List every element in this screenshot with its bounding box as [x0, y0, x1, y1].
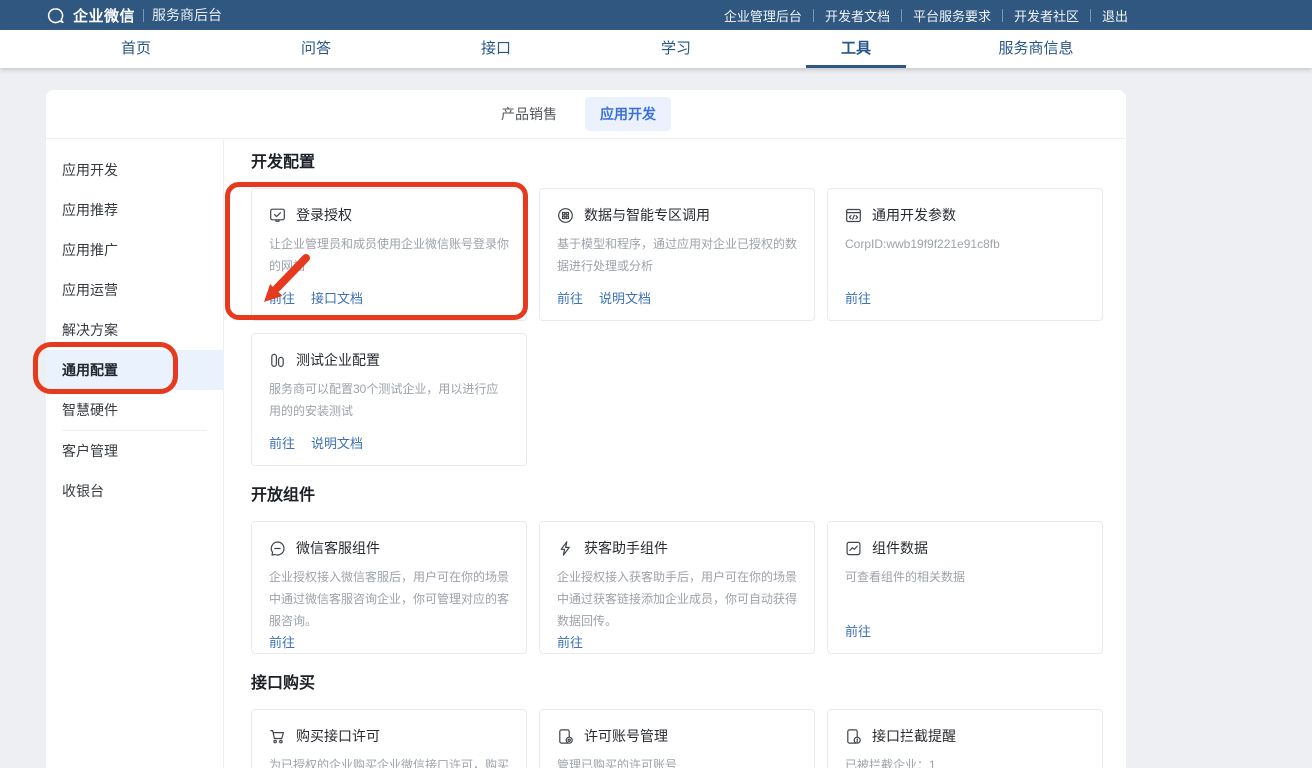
topbar-divider [1002, 9, 1003, 22]
sidebar: 应用开发 应用推荐 应用推广 应用运营 解决方案 通用配置 智慧硬件 客户管理 … [46, 139, 224, 768]
goto-link[interactable]: 前往 [845, 288, 871, 307]
card-license-accounts: 许可账号管理 管理已购买的许可账号 [539, 709, 815, 768]
license-icon [557, 728, 574, 745]
section-title: 开发配置 [251, 153, 1126, 173]
topbar-link-admin[interactable]: 企业管理后台 [724, 6, 802, 25]
card-title: 组件数据 [872, 538, 928, 558]
card-dev-params: 通用开发参数 CorpID:wwb19f9f221e91c8fb 前往 [827, 188, 1103, 321]
goto-link[interactable]: 前往 [269, 632, 295, 651]
goto-link[interactable]: 前往 [557, 632, 583, 651]
card-api-block-alert: 接口拦截提醒 已被拦截企业：1 [827, 709, 1103, 768]
brand-area: 企业微信 服务商后台 [46, 0, 222, 30]
topbar-link-community[interactable]: 开发者社区 [1014, 6, 1079, 25]
section-dev-config: 开发配置 登录授权 [251, 153, 1126, 466]
brand-title[interactable]: 企业微信 [73, 5, 135, 26]
nav-item-provider-info[interactable]: 服务商信息 [946, 30, 1126, 68]
topbar-divider [813, 9, 814, 22]
code-window-icon [845, 207, 862, 224]
topbar: 企业微信 服务商后台 企业管理后台 开发者文档 平台服务要求 开发者社区 退出 [0, 0, 1312, 30]
doc-link[interactable]: 接口文档 [311, 288, 363, 307]
topbar-link-logout[interactable]: 退出 [1102, 6, 1128, 25]
nav-item-tools[interactable]: 工具 [766, 30, 946, 68]
card-desc: 管理已购买的许可账号 [557, 754, 797, 768]
nav-item-home[interactable]: 首页 [46, 30, 226, 68]
card-desc: 让企业管理员和成员使用企业微信账号登录你的网站 [269, 233, 509, 277]
card-title: 许可账号管理 [584, 726, 668, 746]
topbar-link-platform-req[interactable]: 平台服务要求 [913, 6, 991, 25]
card-desc: 企业授权接入微信客服后，用户可在你的场景中通过微信客服咨询企业，你可管理对应的客… [269, 566, 509, 632]
card-desc: 服务商可以配置30个测试企业，用以进行应用的的安装测试 [269, 378, 509, 422]
card-desc: 为已授权的企业购买企业微信接口许可，购买 [269, 754, 509, 768]
topbar-links: 企业管理后台 开发者文档 平台服务要求 开发者社区 退出 [724, 0, 1128, 30]
card-title: 购买接口许可 [296, 726, 380, 746]
card-title: 微信客服组件 [296, 538, 380, 558]
topbar-divider [143, 9, 144, 22]
sidebar-item-app-dev[interactable]: 应用开发 [46, 150, 223, 190]
tab-product-sales[interactable]: 产品销售 [501, 104, 557, 124]
nav-item-api[interactable]: 接口 [406, 30, 586, 68]
doc-link[interactable]: 说明文档 [311, 433, 363, 452]
goto-link[interactable]: 前往 [269, 288, 295, 307]
card-wechat-kf: 微信客服组件 企业授权接入微信客服后，用户可在你的场景中通过微信客服咨询企业，你… [251, 521, 527, 654]
doc-link[interactable]: 说明文档 [599, 288, 651, 307]
chart-box-icon [845, 540, 862, 557]
cart-icon [269, 728, 286, 745]
chat-bubble-icon [269, 540, 286, 557]
topbar-link-devdocs[interactable]: 开发者文档 [825, 6, 890, 25]
card-title: 接口拦截提醒 [872, 726, 956, 746]
sidebar-item-app-operation[interactable]: 应用运营 [46, 270, 223, 310]
card-test-corp-config: 测试企业配置 服务商可以配置30个测试企业，用以进行应用的的安装测试 前往 说明… [251, 333, 527, 466]
sidebar-item-smart-hardware[interactable]: 智慧硬件 [46, 390, 223, 430]
card-login-auth: 登录授权 让企业管理员和成员使用企业微信账号登录你的网站 前往 接口文档 [251, 188, 527, 321]
main-nav: 首页 问答 接口 学习 工具 服务商信息 [0, 30, 1312, 68]
monitor-check-icon [269, 207, 286, 224]
tabs-row: 产品销售 应用开发 [46, 90, 1126, 139]
sidebar-item-general-config[interactable]: 通用配置 [46, 350, 223, 390]
card-title: 数据与智能专区调用 [584, 205, 710, 225]
sidebar-item-cashier[interactable]: 收银台 [46, 471, 223, 511]
sidebar-item-app-promotion[interactable]: 应用推广 [46, 230, 223, 270]
card-lead-assistant: 获客助手组件 企业授权接入获客助手后，用户可在你的场景中通过获客链接添加企业成员… [539, 521, 815, 654]
card-title: 测试企业配置 [296, 350, 380, 370]
card-desc: 已被拦截企业：1 [845, 754, 1085, 768]
content-area: 开发配置 登录授权 [224, 139, 1126, 768]
test-tubes-icon [269, 352, 286, 369]
sidebar-item-customer-mgmt[interactable]: 客户管理 [46, 431, 223, 471]
topbar-divider [901, 9, 902, 22]
nav-item-learn[interactable]: 学习 [586, 30, 766, 68]
data-sphere-icon [557, 207, 574, 224]
section-title: 接口购买 [251, 674, 1126, 694]
wecom-logo-icon [46, 6, 65, 25]
goto-link[interactable]: 前往 [845, 621, 871, 640]
sidebar-item-solutions[interactable]: 解决方案 [46, 310, 223, 350]
card-buy-license: 购买接口许可 为已授权的企业购买企业微信接口许可，购买 [251, 709, 527, 768]
card-title: 通用开发参数 [872, 205, 956, 225]
card-title: 登录授权 [296, 205, 352, 225]
card-desc: 基于模型和程序，通过应用对企业已授权的数据进行处理或分析 [557, 233, 797, 277]
nav-item-qa[interactable]: 问答 [226, 30, 406, 68]
section-title: 开放组件 [251, 486, 1126, 506]
tab-app-dev[interactable]: 应用开发 [585, 97, 671, 131]
brand-subtitle[interactable]: 服务商后台 [152, 5, 222, 25]
card-desc-corpid: CorpID:wwb19f9f221e91c8fb [845, 233, 1085, 255]
sidebar-item-app-recommend[interactable]: 应用推荐 [46, 190, 223, 230]
card-data-intelligence: 数据与智能专区调用 基于模型和程序，通过应用对企业已授权的数据进行处理或分析 前… [539, 188, 815, 321]
license-alert-icon [845, 728, 862, 745]
topbar-divider [1090, 9, 1091, 22]
goto-link[interactable]: 前往 [557, 288, 583, 307]
main-panel: 产品销售 应用开发 应用开发 应用推荐 应用推广 应用运营 解决方案 通用配置 … [46, 90, 1126, 768]
card-component-data: 组件数据 可查看组件的相关数据 前往 [827, 521, 1103, 654]
goto-link[interactable]: 前往 [269, 433, 295, 452]
card-desc: 企业授权接入获客助手后，用户可在你的场景中通过获客链接添加企业成员，你可自动获得… [557, 566, 797, 632]
lightning-icon [557, 540, 574, 557]
card-title: 获客助手组件 [584, 538, 668, 558]
section-open-components: 开放组件 微信客服组件 企业授权接入微信客服后，用户 [251, 486, 1126, 654]
card-desc: 可查看组件的相关数据 [845, 566, 1085, 588]
section-api-purchase: 接口购买 购买接口许可 [251, 674, 1126, 768]
